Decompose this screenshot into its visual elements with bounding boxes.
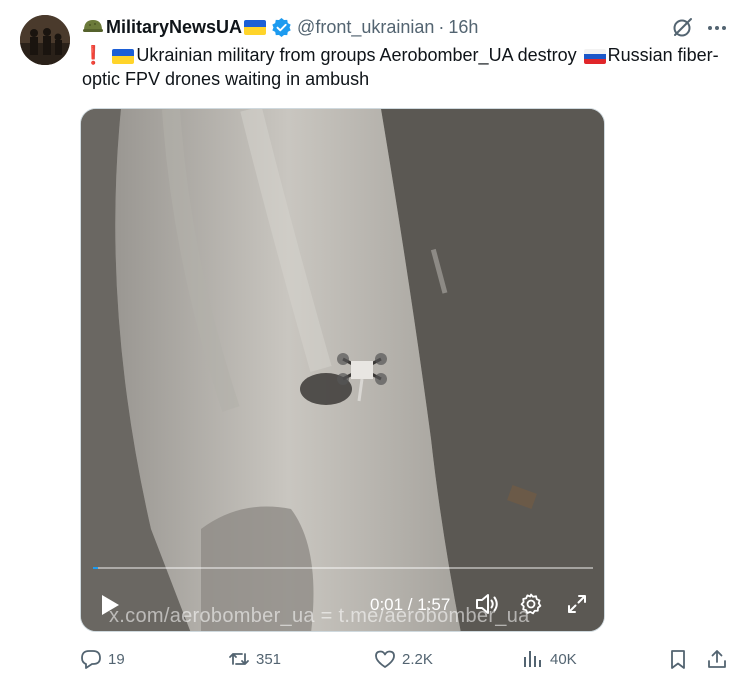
- ukraine-flag-icon: [112, 48, 135, 64]
- tweet-header: MilitaryNewsUA @front_ukrainian · 16h: [82, 16, 478, 38]
- like-icon: [375, 650, 395, 668]
- ukraine-flag-icon: [244, 19, 267, 35]
- video-time: 0:01 / 1:57: [370, 595, 451, 614]
- action-bar: 19 351 2.2K 40K: [0, 648, 748, 674]
- video-progress-bar[interactable]: [93, 567, 593, 569]
- display-name[interactable]: MilitaryNewsUA: [106, 17, 242, 38]
- tweet-text-part1: Ukrainian military from groups Aerobombe…: [136, 45, 577, 65]
- video-watermark: x.com/aerobomber_ua = t.me/aerobomber_ua: [109, 605, 530, 627]
- video-progress-fill: [93, 567, 98, 569]
- verified-badge-icon[interactable]: [271, 17, 292, 38]
- bookmark-icon: [671, 650, 685, 669]
- soldiers-silhouette-avatar: [20, 15, 70, 65]
- post-time[interactable]: 16h: [448, 17, 478, 38]
- fullscreen-icon[interactable]: [566, 593, 588, 615]
- reply-count: 19: [108, 650, 125, 668]
- grok-icon[interactable]: [672, 16, 694, 38]
- bookmark-button[interactable]: [667, 648, 689, 670]
- share-button[interactable]: [706, 648, 728, 670]
- tweet-text: ❗ Ukrainian military from groups Aerobomb…: [82, 43, 722, 91]
- share-icon: [708, 650, 726, 668]
- settings-icon[interactable]: [519, 592, 543, 616]
- russia-flag-icon: [583, 48, 606, 64]
- avatar[interactable]: [20, 15, 70, 65]
- red-exclamation-emoji: ❗: [82, 45, 105, 65]
- separator-dot: ·: [438, 16, 445, 37]
- repost-icon: [229, 653, 249, 665]
- reply-button[interactable]: 19: [80, 648, 125, 670]
- reply-icon: [81, 650, 101, 669]
- volume-icon[interactable]: [474, 591, 500, 617]
- video-player[interactable]: x.com/aerobomber_ua = t.me/aerobomber_ua…: [80, 108, 605, 632]
- like-count: 2.2K: [402, 650, 433, 668]
- views-icon: [524, 651, 541, 667]
- repost-count: 351: [256, 650, 282, 668]
- views-count: 40K: [550, 650, 577, 668]
- play-icon[interactable]: [99, 593, 121, 617]
- views-button[interactable]: 40K: [522, 648, 577, 670]
- video-frame: [81, 109, 604, 631]
- more-icon[interactable]: [706, 17, 728, 39]
- military-helmet-emoji: [83, 20, 103, 32]
- user-handle[interactable]: @front_ukrainian: [297, 17, 434, 38]
- repost-button[interactable]: 351: [228, 648, 281, 670]
- like-button[interactable]: 2.2K: [374, 648, 433, 670]
